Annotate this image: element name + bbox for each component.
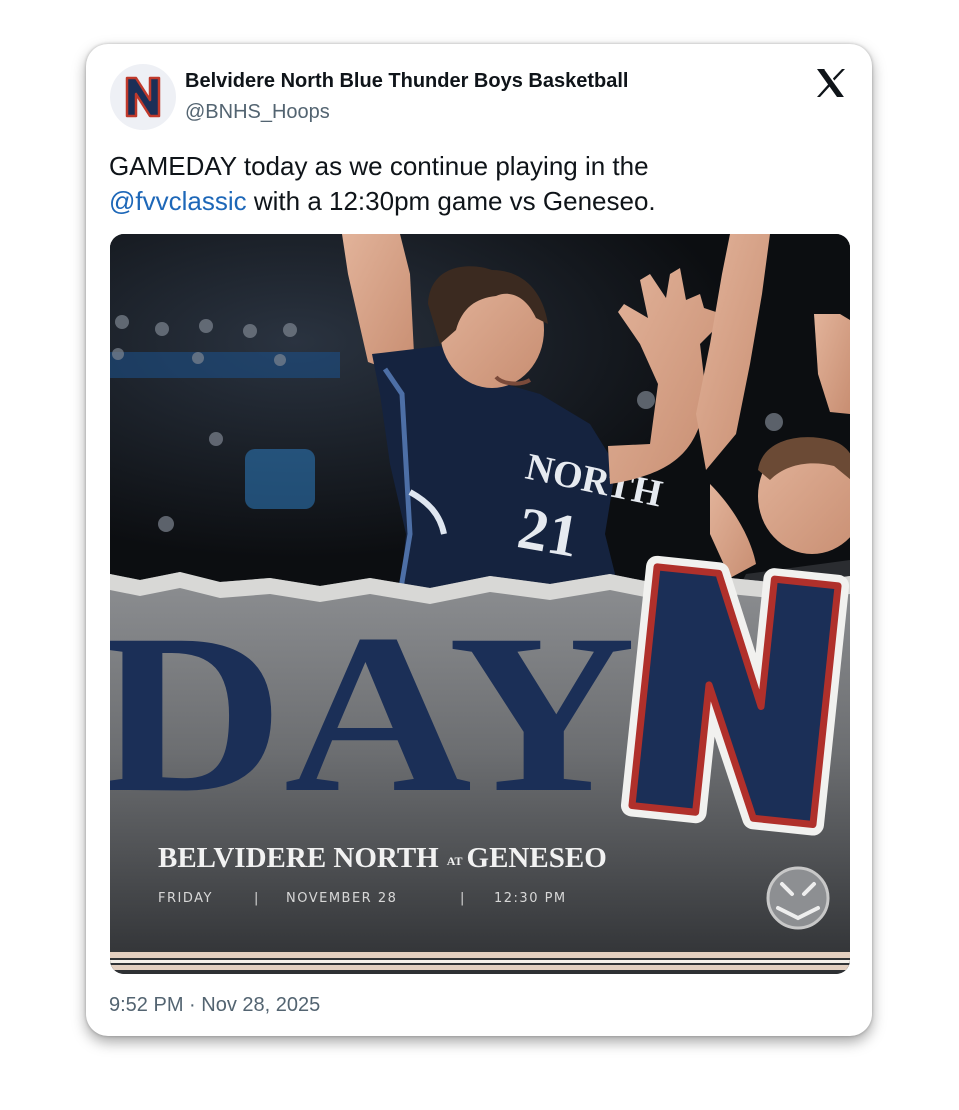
handle[interactable]: @BNHS_Hoops	[185, 101, 330, 124]
n-logo-icon	[620, 555, 850, 836]
tweet-line-1: GAMEDAY today as we continue playing in …	[109, 151, 649, 181]
gameday-graphic: NORTH 21 DAY BELVIDERE NORTH AT GENESEO …	[110, 234, 850, 974]
tweet-media-image[interactable]: NORTH 21 DAY BELVIDERE NORTH AT GENESEO …	[110, 234, 850, 974]
svg-text:|: |	[460, 891, 466, 906]
game-time: 12:30 PM	[494, 891, 567, 906]
tweet-text: GAMEDAY today as we continue playing in …	[109, 149, 849, 219]
headline-day: DAY	[110, 588, 636, 840]
x-logo-icon[interactable]	[814, 66, 848, 100]
team-logo-icon	[125, 76, 161, 118]
matchup-at: AT	[447, 854, 463, 868]
matchup-home: BELVIDERE NORTH	[158, 842, 439, 874]
matchup-line: BELVIDERE NORTH AT GENESEO	[158, 842, 607, 874]
game-day: FRIDAY	[158, 891, 213, 906]
svg-text:|: |	[254, 891, 260, 906]
matchup-away: GENESEO	[467, 842, 607, 874]
jersey-number: 21	[513, 494, 584, 569]
tweet-line-2: with a 12:30pm game vs Geneseo.	[246, 186, 656, 216]
avatar[interactable]	[110, 64, 176, 130]
display-name[interactable]: Belvidere North Blue Thunder Boys Basket…	[185, 70, 628, 93]
tweet-card: Belvidere North Blue Thunder Boys Basket…	[86, 44, 872, 1036]
game-date: NOVEMBER 28	[286, 891, 397, 906]
tweet-timestamp[interactable]: 9:52 PM · Nov 28, 2025	[109, 994, 320, 1017]
tournament-badge-icon	[766, 866, 830, 930]
mention-link[interactable]: @fvvclassic	[109, 186, 247, 216]
